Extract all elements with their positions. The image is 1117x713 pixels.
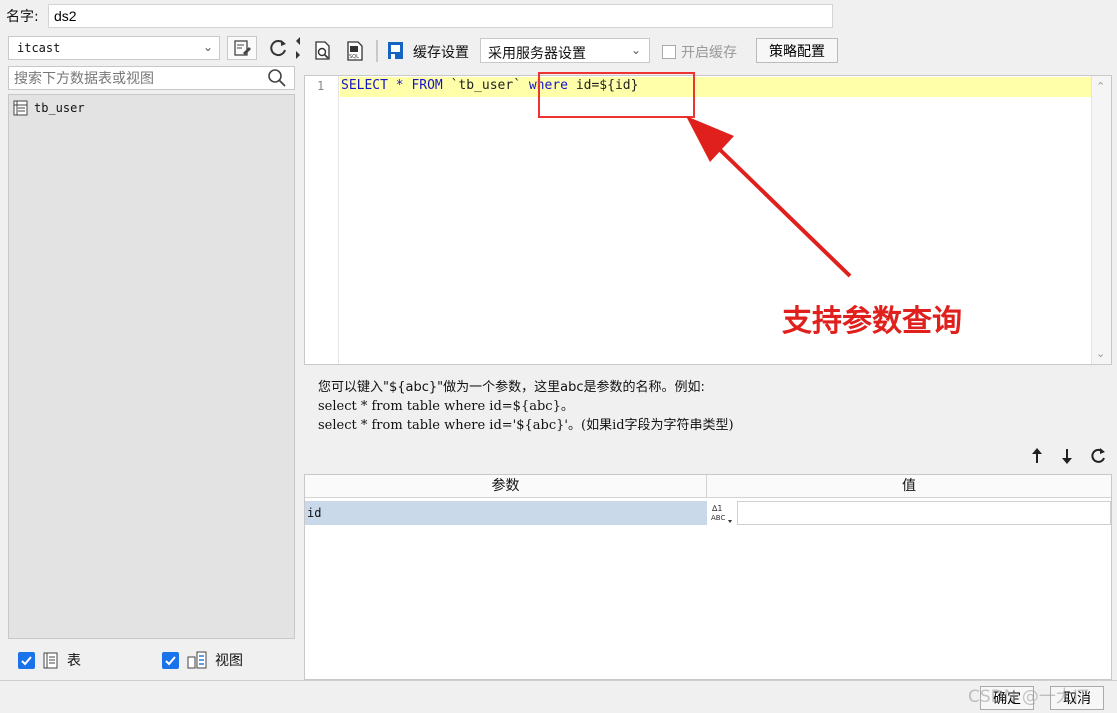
- param-value-input[interactable]: [737, 501, 1111, 525]
- parameter-help-text: 您可以键入"${abc}"做为一个参数，这里abc是参数的名称。例如: sele…: [318, 378, 734, 435]
- ok-button[interactable]: 确定: [980, 686, 1034, 710]
- string-type-icon: ∆1 ABC: [711, 504, 732, 523]
- move-up-button[interactable]: [1027, 446, 1047, 466]
- cache-settings-value: 采用服务器设置: [488, 46, 586, 62]
- reload-params-button[interactable]: [1088, 446, 1108, 466]
- sql-button[interactable]: SQL: [344, 40, 366, 62]
- datasource-select[interactable]: itcast ⌄: [8, 36, 220, 60]
- svg-text:ABC: ABC: [711, 514, 725, 522]
- table-icon: [43, 652, 58, 668]
- refresh-datasource-button[interactable]: [264, 36, 292, 60]
- sql-file-icon: SQL: [347, 41, 363, 61]
- annotation-arrow-icon: [686, 116, 852, 278]
- help-line: select * from table where id='${abc}'。(如…: [318, 418, 734, 433]
- dataset-name-input[interactable]: [48, 4, 833, 28]
- cache-settings-label: 缓存设置: [413, 45, 469, 61]
- chevron-down-icon[interactable]: ⌄: [1096, 347, 1105, 360]
- checkbox-checked-icon: [162, 651, 179, 669]
- edit-datasource-button[interactable]: [227, 36, 257, 60]
- editor-scrollbar[interactable]: ⌃ ⌄: [1091, 76, 1111, 364]
- chevron-down-icon: ⌄: [630, 43, 641, 57]
- enable-cache-checkbox[interactable]: 开启缓存: [662, 42, 737, 62]
- edit-datasource-icon: [234, 40, 251, 56]
- refresh-icon: [270, 40, 286, 57]
- footer-divider: [0, 680, 1117, 681]
- table-icon: [13, 100, 28, 116]
- checkbox-unchecked-icon: [662, 45, 676, 59]
- cancel-button[interactable]: 取消: [1050, 686, 1104, 710]
- search-icon[interactable]: [266, 68, 288, 88]
- list-item-label: tb_user: [34, 101, 85, 115]
- cache-settings-icon: [385, 40, 407, 62]
- table-row[interactable]: id: [305, 501, 707, 525]
- column-header-param: 参数: [305, 475, 707, 498]
- toolbar-divider: [376, 40, 378, 62]
- view-icon: [187, 651, 207, 669]
- help-line: 您可以键入"${abc}"做为一个参数，这里abc是参数的名称。例如:: [318, 380, 705, 395]
- arrow-down-icon: [1062, 449, 1072, 464]
- chevron-down-icon: ⌄: [202, 40, 213, 54]
- refresh-icon: [1091, 448, 1105, 463]
- datasource-value: itcast: [17, 41, 61, 55]
- table-list: tb_user: [8, 94, 295, 639]
- filter-view-checkbox[interactable]: 视图: [162, 650, 243, 670]
- sql-keyword-select: SELECT: [341, 78, 388, 93]
- filter-view-label: 视图: [215, 653, 243, 669]
- cache-settings-select[interactable]: 采用服务器设置 ⌄: [480, 38, 650, 63]
- parameter-table: 参数 值 id ∆1 ABC: [304, 474, 1112, 680]
- list-item[interactable]: tb_user: [13, 98, 85, 118]
- move-down-button[interactable]: [1057, 446, 1077, 466]
- sql-keyword-from: FROM: [411, 78, 443, 93]
- param-type-button[interactable]: ∆1 ABC: [709, 501, 737, 525]
- svg-text:SQL: SQL: [349, 54, 359, 60]
- sql-star: *: [387, 78, 412, 93]
- collapse-arrows-icon: [296, 37, 300, 59]
- checkbox-checked-icon: [18, 651, 35, 669]
- strategy-config-button[interactable]: 策略配置: [756, 38, 838, 63]
- column-header-value: 值: [707, 475, 1111, 498]
- annotation-text: 支持参数查询: [782, 304, 962, 339]
- line-number: 1: [317, 79, 325, 93]
- preview-button[interactable]: [312, 40, 334, 62]
- help-line: select * from table where id=${abc}。: [318, 399, 574, 414]
- collapse-panel-handle[interactable]: [294, 36, 302, 60]
- sql-table-name: `tb_user`: [442, 78, 529, 93]
- name-label: 名字:: [6, 9, 39, 25]
- filter-table-checkbox[interactable]: 表: [18, 650, 81, 670]
- table-search-input[interactable]: [8, 66, 295, 90]
- enable-cache-label: 开启缓存: [681, 45, 737, 61]
- preview-icon: [315, 41, 330, 60]
- line-number-gutter: 1: [305, 76, 339, 364]
- svg-text:∆1: ∆1: [711, 504, 722, 513]
- arrow-up-icon: [1032, 448, 1042, 463]
- filter-table-label: 表: [67, 653, 81, 669]
- chevron-up-icon[interactable]: ⌃: [1096, 80, 1105, 93]
